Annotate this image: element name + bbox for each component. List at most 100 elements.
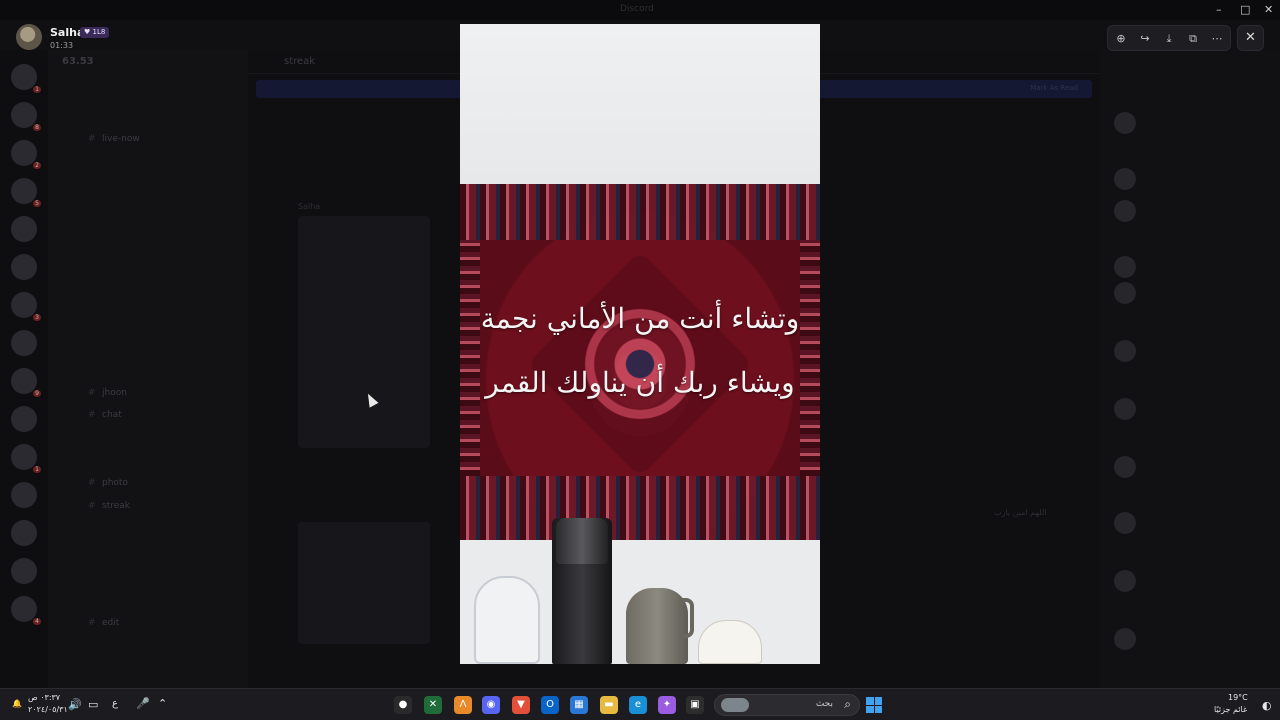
member-avatar[interactable] <box>1114 570 1136 592</box>
channel-item[interactable]: photo <box>102 478 128 488</box>
member-avatar[interactable] <box>1114 168 1136 190</box>
language-indicator[interactable]: ع <box>112 698 118 709</box>
caption-line-1: وتشاء أنت من الأماني نجمة <box>480 302 800 335</box>
server-icon[interactable] <box>11 254 37 280</box>
more-icon[interactable]: ⋯ <box>1209 31 1225 47</box>
channel-hash-icon: # <box>88 618 96 628</box>
server-icon[interactable] <box>11 216 37 242</box>
member-avatar[interactable] <box>1114 256 1136 278</box>
app-icon[interactable]: ● <box>394 696 412 714</box>
persian-rug <box>460 184 820 540</box>
server-icon[interactable] <box>11 482 37 508</box>
volume-icon[interactable]: 🔊 <box>68 698 82 711</box>
media-image[interactable]: وتشاء أنت من الأماني نجمة ويشاء ربك أن ي… <box>460 24 820 664</box>
server-icon[interactable] <box>11 406 37 432</box>
store-icon[interactable]: ▦ <box>570 696 588 714</box>
mark-as-read-link[interactable]: Mark As Read <box>1030 84 1078 92</box>
server-icon[interactable]: 1 <box>11 64 41 93</box>
rug-border <box>460 476 820 540</box>
rug-border <box>460 184 820 240</box>
channel-hash-icon: # <box>88 501 96 511</box>
microphone-icon[interactable]: 🎤 <box>136 697 150 710</box>
server-name[interactable]: 63.53 <box>62 56 94 67</box>
download-icon[interactable]: ⤓ <box>1161 31 1177 47</box>
search-box[interactable]: بحث ⌕ <box>714 694 860 716</box>
wall <box>460 24 820 186</box>
server-icon[interactable] <box>11 558 37 584</box>
coffee-scale <box>698 620 762 664</box>
server-icon[interactable]: 1 <box>11 444 41 473</box>
weather-desc[interactable]: غائم جزئيًا <box>1214 705 1247 714</box>
screen: Discord – □ ✕ 1 8 2 5 3 9 1 4 63.53 # li… <box>0 0 1280 720</box>
caption-line-2: ويشاء ربك أن يناولك القمر <box>485 366 795 399</box>
zoom-in-icon[interactable]: ⊕ <box>1113 31 1129 47</box>
server-rail: 1 8 2 5 3 9 1 4 <box>0 50 48 688</box>
server-icon[interactable]: 4 <box>11 596 41 625</box>
channel-hash-icon: # <box>88 410 96 420</box>
forward-icon[interactable]: ↪ <box>1137 31 1153 47</box>
clock-date[interactable]: ٢٠٢٤/٠٥/٣١ <box>28 705 68 714</box>
window-title: Discord <box>620 4 654 14</box>
channel-hash-icon: # <box>88 388 96 398</box>
edge-icon[interactable]: e <box>629 696 647 714</box>
search-highlight-icon <box>721 698 749 712</box>
taskview-icon[interactable]: ▣ <box>686 696 704 714</box>
member-avatar[interactable] <box>1114 398 1136 420</box>
member-avatar[interactable] <box>1114 340 1136 362</box>
channel-item[interactable]: streak <box>102 501 130 511</box>
channel-item[interactable]: edit <box>102 618 119 628</box>
server-icon[interactable] <box>11 330 37 356</box>
member-avatar[interactable] <box>1114 628 1136 650</box>
member-avatar[interactable] <box>1114 456 1136 478</box>
member-avatar[interactable] <box>1114 512 1136 534</box>
avatar[interactable] <box>16 24 42 50</box>
weather-icon[interactable]: ◐ <box>1262 699 1272 712</box>
app-icon[interactable]: Λ <box>454 696 472 714</box>
kettle-handle <box>682 598 694 638</box>
channel-hash-icon: # <box>88 478 96 488</box>
server-icon[interactable] <box>11 520 37 546</box>
server-icon[interactable]: 9 <box>11 368 41 397</box>
rug-border <box>800 240 820 476</box>
channel-item[interactable]: jhoon <box>102 388 127 398</box>
network-icon[interactable]: ▭ <box>88 698 98 711</box>
channel-hash-icon: # <box>88 134 96 144</box>
message-author[interactable]: Salha <box>298 202 320 211</box>
member-avatar[interactable] <box>1114 282 1136 304</box>
maximize-icon[interactable]: □ <box>1240 3 1250 16</box>
minimize-icon[interactable]: – <box>1216 3 1222 16</box>
server-icon[interactable]: 2 <box>11 140 41 169</box>
server-icon[interactable]: 5 <box>11 178 41 207</box>
member-avatar[interactable] <box>1114 200 1136 222</box>
chevron-up-icon[interactable]: ⌃ <box>158 697 167 710</box>
notification-icon[interactable]: 🔔 <box>12 699 22 708</box>
rug-border <box>460 240 480 476</box>
grinder-hopper <box>556 518 608 564</box>
start-icon[interactable] <box>866 697 882 713</box>
file-explorer-icon[interactable]: ▬ <box>600 696 618 714</box>
discord-icon[interactable]: ◉ <box>482 696 500 714</box>
kettle <box>626 588 688 664</box>
window-close-icon[interactable]: ✕ <box>1264 3 1273 16</box>
message-attachment[interactable] <box>298 216 430 448</box>
member-avatar[interactable] <box>1114 112 1136 134</box>
app-icon[interactable]: ✕ <box>424 696 442 714</box>
message-attachment[interactable] <box>298 522 430 644</box>
open-external-icon[interactable]: ⧉ <box>1185 31 1201 47</box>
message-text: اللهم امين يارب <box>994 508 1047 517</box>
close-icon[interactable]: ✕ <box>1237 25 1264 51</box>
weather-temp[interactable]: 19°C <box>1228 693 1248 702</box>
user-badge: ♥ 1L8 <box>80 27 110 38</box>
search-placeholder: بحث <box>815 699 833 709</box>
server-icon[interactable]: 3 <box>11 292 41 321</box>
copilot-icon[interactable]: ✦ <box>658 696 676 714</box>
channel-item[interactable]: live-now <box>102 134 140 144</box>
clock-time[interactable]: ٠٣:٣٧ ص <box>28 693 60 702</box>
brave-icon[interactable]: ▼ <box>512 696 530 714</box>
channel-item[interactable]: chat <box>102 410 122 420</box>
outlook-icon[interactable]: O <box>541 696 559 714</box>
viewer-toolbar: ⊕ ↪ ⤓ ⧉ ⋯ <box>1107 25 1231 51</box>
server-icon[interactable]: 8 <box>11 102 41 131</box>
member-list <box>1100 50 1280 688</box>
taskbar: ٠٣:٣٧ ص ٢٠٢٤/٠٥/٣١ 🔔 🔊 ▭ ع 🎤 ⌃ ● ✕ Λ ◉ ▼… <box>0 688 1280 720</box>
